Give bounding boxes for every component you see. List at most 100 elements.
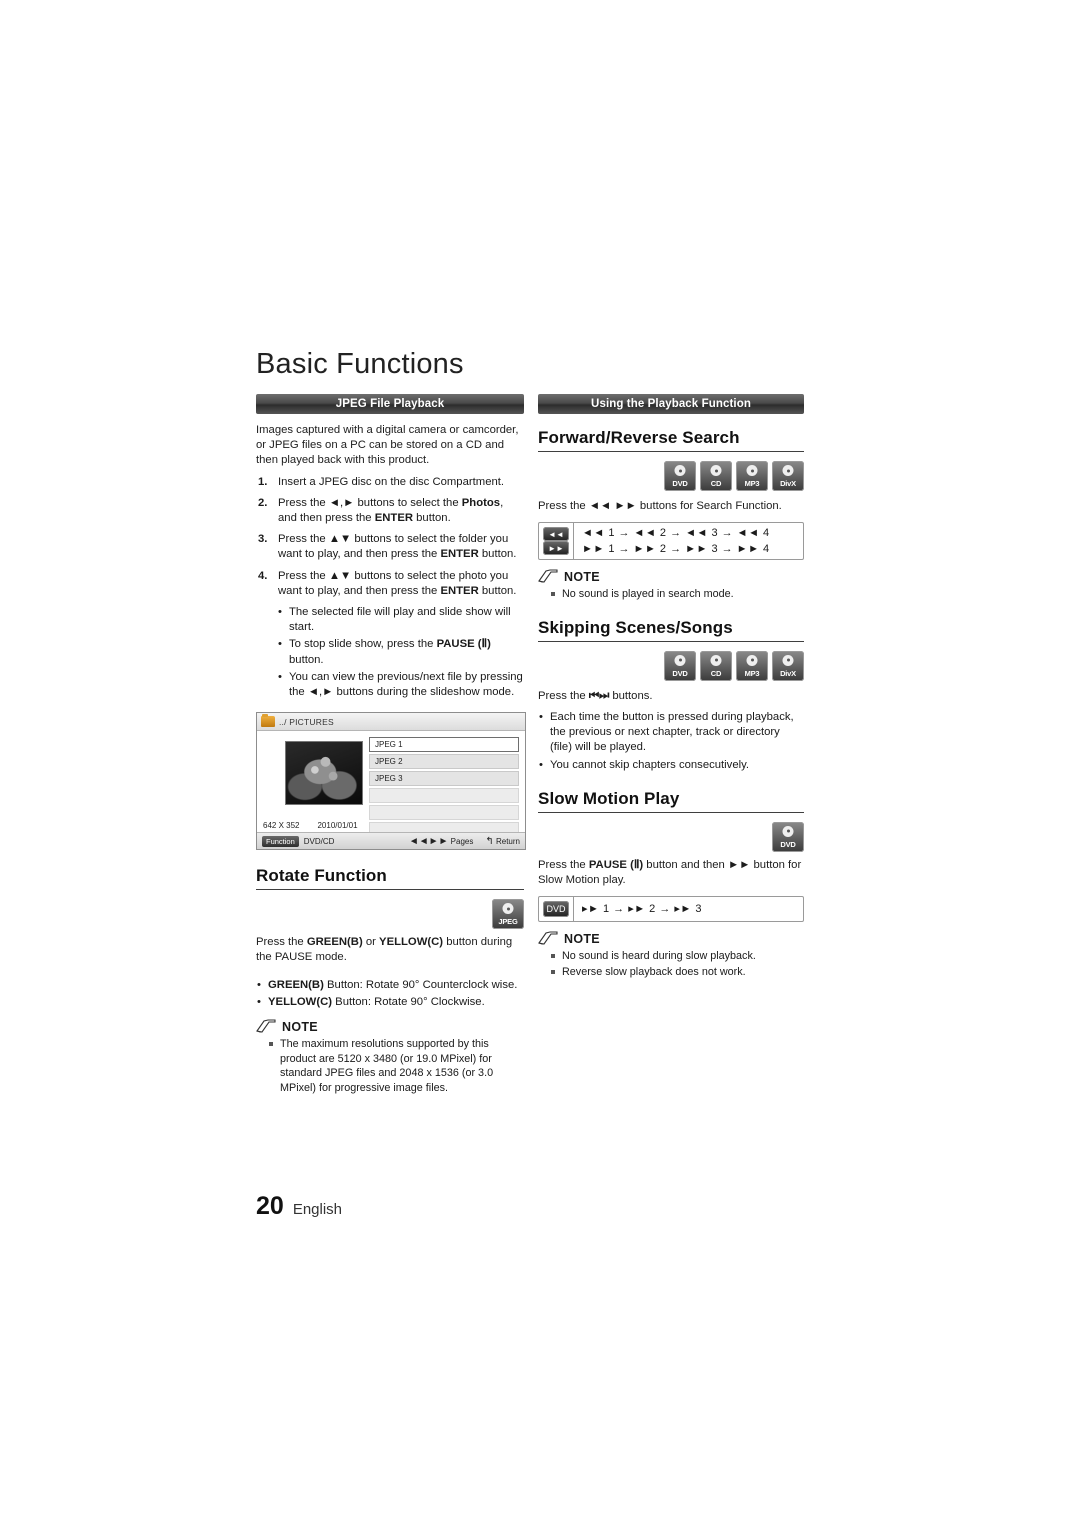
rotate-note-label: NOTE xyxy=(282,1019,318,1034)
folder-icon xyxy=(261,714,275,728)
disc-icon xyxy=(502,903,514,915)
step-4-bold-enter: ENTER xyxy=(440,584,479,597)
search-arrows-icon: ◄◄ ►► xyxy=(588,500,637,512)
rotate-instruction-mid: or xyxy=(362,936,380,949)
step-2-number: 2. xyxy=(258,496,268,509)
heading-slow-motion-play: Slow Motion Play xyxy=(538,789,804,813)
step-1-text: Insert a JPEG disc on the disc Compartme… xyxy=(278,475,505,488)
fr-instruction-post: buttons for Search Function. xyxy=(636,500,782,512)
disc-badge-dvd-2-label: DVD xyxy=(672,668,688,678)
step-2-bold-photos: Photos xyxy=(461,496,501,509)
slow-motion-instruction: Press the PAUSE (Ⅱ) button and then ►► b… xyxy=(538,858,804,888)
up-down-arrow-icon: ▲▼ xyxy=(328,533,352,546)
dvd-button-icon: DVD xyxy=(543,901,569,918)
slow-motion-note-header: NOTE xyxy=(538,931,804,946)
disc-type-label: DVD/CD xyxy=(303,836,335,846)
disc-badge-cd-2: CD xyxy=(700,650,732,681)
file-list-item-empty-2 xyxy=(369,805,519,821)
rotate-bold-yellow: YELLOW(C) xyxy=(379,936,444,949)
note-pencil-icon xyxy=(538,569,558,583)
heading-rotate-function: Rotate Function xyxy=(256,866,524,891)
pages-label: Pages xyxy=(450,836,474,846)
section-bar-using-playback-function: Using the Playback Function xyxy=(538,394,804,414)
sub-bullet-2-bold-pause: PAUSE (Ⅱ) xyxy=(436,638,491,651)
section-bar-jpeg-file-playback: JPEG File Playback xyxy=(256,394,524,414)
note-pencil-icon xyxy=(538,931,558,945)
rotate-bullet-green-bold: GREEN(B) xyxy=(268,978,324,991)
file-list-item-3[interactable]: JPEG 3 xyxy=(369,771,519,787)
rotate-instruction: Press the GREEN(B) or YELLOW(C) button d… xyxy=(256,935,524,965)
step-3-bold-enter: ENTER xyxy=(440,548,479,561)
slow-motion-note-item-1: No sound is heard during slow playback. xyxy=(538,949,804,964)
step-4-text-post: button. xyxy=(478,584,517,597)
disc-icon xyxy=(782,465,794,476)
disc-icon xyxy=(782,654,794,666)
slow-motion-badge-row: DVD xyxy=(538,821,804,852)
step-3: 3. Press the ▲▼ buttons to select the fo… xyxy=(256,532,524,562)
slow-bold-pause: PAUSE (Ⅱ) xyxy=(588,858,644,871)
disc-badge-cd-2-label: CD xyxy=(710,668,722,678)
step-3-text-post: button. xyxy=(478,548,517,561)
step-1-number: 1. xyxy=(258,475,268,488)
disc-badge-jpeg: JPEG xyxy=(492,899,524,930)
skipping-bullet-1: Each time the button is pressed during p… xyxy=(538,710,804,756)
screen-title-bar: ../ PICTURES xyxy=(257,713,525,732)
step-2: 2. Press the ◄,► buttons to select the P… xyxy=(256,496,524,526)
rotate-note-header: NOTE xyxy=(256,1019,524,1034)
photo-date: 2010/01/01 xyxy=(317,821,358,831)
step-2-bold-enter: ENTER xyxy=(374,512,414,525)
file-list-item-2[interactable]: JPEG 2 xyxy=(369,754,519,770)
forward-reverse-note-item-1: No sound is played in search mode. xyxy=(538,587,804,602)
fr-instruction-pre: Press the xyxy=(538,500,589,512)
disc-icon xyxy=(710,465,722,476)
disc-badge-jpeg-label: JPEG xyxy=(498,917,518,927)
forward-reverse-instruction: Press the ◄◄ ►► buttons for Search Funct… xyxy=(538,499,804,514)
heading-forward-reverse-search: Forward/Reverse Search xyxy=(538,428,804,452)
disc-icon xyxy=(746,465,758,476)
disc-badge-dvd-3-label: DVD xyxy=(780,839,796,849)
disc-badge-cd-label: CD xyxy=(710,479,722,488)
up-down-arrow-icon-2: ▲▼ xyxy=(328,569,352,582)
disc-badge-dvd-3: DVD xyxy=(772,821,804,852)
rotate-bullet-yellow-text: Button: Rotate 90° Clockwise. xyxy=(332,995,485,1008)
photo-metadata: 642 X 352 2010/01/01 xyxy=(263,821,358,830)
photo-thumbnail xyxy=(285,741,363,806)
slow-instruction-pre: Press the xyxy=(538,858,589,871)
disc-badge-dvd: DVD xyxy=(664,461,696,491)
page-footer: 20 English xyxy=(256,1192,342,1221)
forward-reverse-key-diagram: ◄◄ ►► ◄◄ 1 → ◄◄ 2 → ◄◄ 3 → ◄◄ 4 ►► 1 → ►… xyxy=(538,522,804,561)
slow-motion-key-diagram: DVD ▸► 1 → ▸► 2 → ▸► 3 xyxy=(538,896,804,923)
skipping-bullet-2: You cannot skip chapters consecutively. xyxy=(538,758,804,773)
disc-badge-dvd-label: DVD xyxy=(672,479,688,488)
file-list: JPEG 1 JPEG 2 JPEG 3 xyxy=(369,737,519,839)
disc-badge-divx-2-label: DivX xyxy=(780,668,796,678)
sub-bullet-2: To stop slide show, press the PAUSE (Ⅱ) … xyxy=(266,637,524,667)
step-2-text-post: button. xyxy=(413,512,451,525)
fr-key-buttons: ◄◄ ►► xyxy=(539,523,574,560)
disc-badge-dvd-2: DVD xyxy=(664,650,696,681)
photo-resolution: 642 X 352 xyxy=(263,821,300,831)
sub-bullet-3: You can view the previous/next file by p… xyxy=(266,670,524,700)
left-right-arrow-icon-2: ◄,► xyxy=(307,686,334,699)
pages-icon: ◄◄►► xyxy=(408,835,449,847)
rotate-note-item-1: The maximum resolutions supported by thi… xyxy=(256,1037,524,1095)
screen-path-label: ../ PICTURES xyxy=(279,716,334,727)
skipping-badge-row: DVD CD MP3 DivX xyxy=(538,650,804,681)
rotate-bullet-yellow: YELLOW(C) Button: Rotate 90° Clockwise. xyxy=(256,995,524,1010)
file-list-item-1[interactable]: JPEG 1 xyxy=(369,737,519,753)
page-number: 20 xyxy=(256,1192,284,1220)
flower-image xyxy=(286,742,362,805)
forward-reverse-note-header: NOTE xyxy=(538,569,804,584)
disc-icon xyxy=(782,825,794,837)
slow-motion-note-item-2: Reverse slow playback does not work. xyxy=(538,965,804,980)
rewind-button-icon: ◄◄ xyxy=(543,527,569,542)
pictures-screen-mock: ../ PICTURES JPEG 1 JPEG 2 JPEG 3 642 X … xyxy=(256,712,526,851)
file-list-item-empty-1 xyxy=(369,788,519,804)
step-4-text-pre: Press the xyxy=(278,569,329,582)
slow-motion-note-label: NOTE xyxy=(564,931,600,946)
slow-forward-icon: ►► xyxy=(727,858,751,871)
note-pencil-icon xyxy=(256,1019,276,1033)
jpeg-intro-paragraph: Images captured with a digital camera or… xyxy=(256,424,519,467)
rotate-bullet-green-text: Button: Rotate 90° Counterclock wise. xyxy=(323,978,518,991)
disc-badge-mp3-label: MP3 xyxy=(744,479,760,488)
